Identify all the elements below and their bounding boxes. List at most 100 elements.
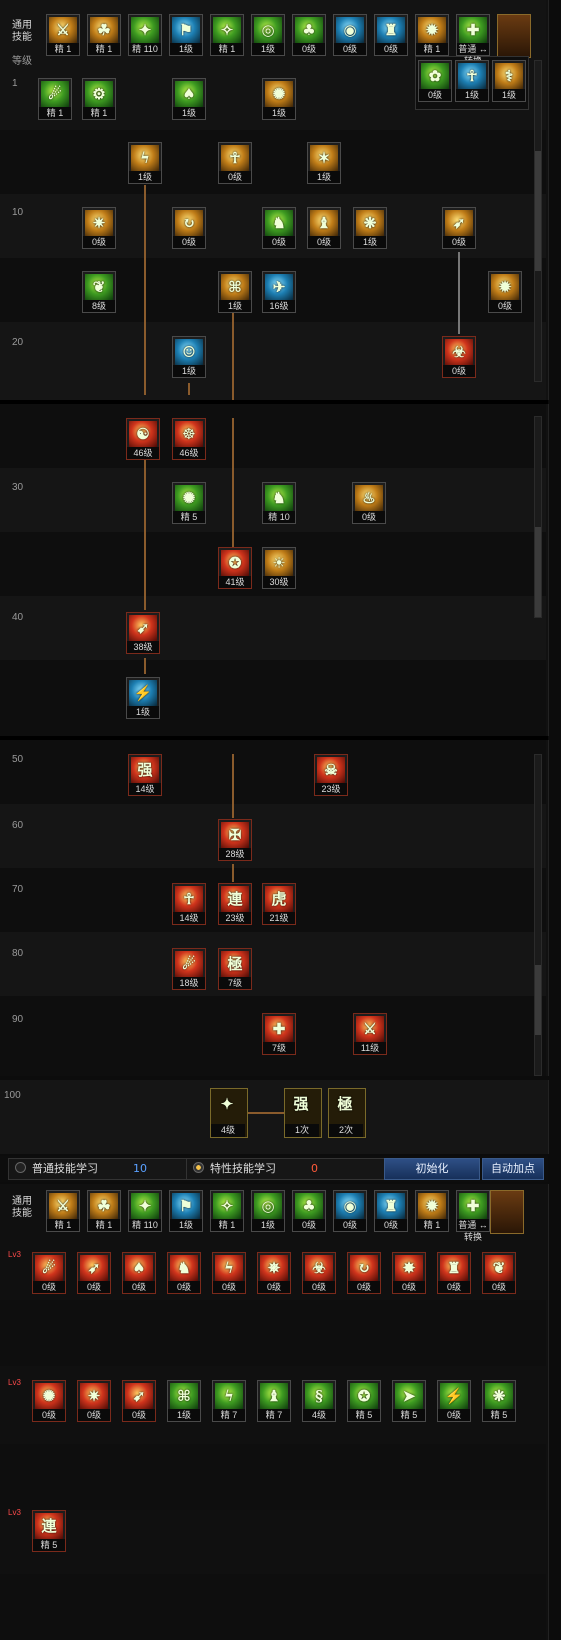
skill-icon-button[interactable]: ✦ 4级 <box>210 1088 248 1138</box>
skill-icon-button[interactable]: ✧ 精 1 <box>210 14 244 56</box>
skill-icon-button[interactable]: ☯ 46级 <box>126 418 160 460</box>
skill-icon-button[interactable]: ⚑ 1级 <box>169 14 203 56</box>
skill-icon-button[interactable]: ♝ 精 7 <box>257 1380 291 1422</box>
skill-icon-button[interactable]: ϟ 0级 <box>212 1252 246 1294</box>
skill-icon-button[interactable]: ✪ 41级 <box>218 547 252 589</box>
skill-icon-button[interactable]: ☄ 精 1 <box>38 78 72 120</box>
tab-normal-skills[interactable]: 普通技能学习 10 <box>8 1158 212 1180</box>
skill-icon-button[interactable]: ☄ 18级 <box>172 948 206 990</box>
skill-icon-button[interactable]: ⚔ 精 1 <box>46 1190 80 1232</box>
skill-icon-button[interactable]: 强 1次 <box>284 1088 322 1138</box>
skill-icon-button[interactable]: 虎 21级 <box>262 883 296 925</box>
skill-icon-button[interactable]: ✦ 精 110 <box>128 14 162 56</box>
skill-icon-button[interactable]: ♜ 0级 <box>374 14 408 56</box>
skill-icon-button[interactable]: ❦ 8级 <box>82 271 116 313</box>
skill-icon-button[interactable]: ✚ 普通 ↔转换 <box>456 14 490 66</box>
skill-icon-button[interactable]: ♞ 0级 <box>167 1252 201 1294</box>
skill-icon-button[interactable]: ✺ 1级 <box>262 78 296 120</box>
tab-special-skills[interactable]: 特性技能学习 0 <box>186 1158 390 1180</box>
skill-icon-button[interactable]: ⚑ 1级 <box>169 1190 203 1232</box>
skill-icon-button[interactable]: ↻ 0级 <box>172 207 206 249</box>
skill-icon-button[interactable]: ✠ 28级 <box>218 819 252 861</box>
skill-icon-button[interactable]: ⚙ 精 1 <box>82 78 116 120</box>
skill-icon-button[interactable]: ⌘ 1级 <box>218 271 252 313</box>
skill-icon-button[interactable]: ♞ 精 10 <box>262 482 296 524</box>
skill-icon-button[interactable]: ❦ 0级 <box>482 1252 516 1294</box>
reset-button[interactable]: 初始化 <box>384 1158 480 1180</box>
skill-icon-button[interactable]: 强 14级 <box>128 754 162 796</box>
skill-icon-button[interactable]: ◎ 1级 <box>251 14 285 56</box>
skill-icon-button[interactable]: ϟ 1级 <box>128 142 162 184</box>
skill-icon-button[interactable]: ☸ 46级 <box>172 418 206 460</box>
skill-icon-button[interactable]: ♣ 0级 <box>292 1190 326 1232</box>
skill-icon-button[interactable]: ◎ 1级 <box>251 1190 285 1232</box>
skill-icon-button[interactable]: ☀ 30级 <box>262 547 296 589</box>
skill-icon-button[interactable]: ✧ 精 1 <box>210 1190 244 1232</box>
skill-icon-button[interactable]: ✷ 0级 <box>77 1380 111 1422</box>
skill-icon-button[interactable]: ✿ 0级 <box>418 60 452 102</box>
skill-icon-button[interactable]: 連精 5 <box>32 1510 66 1552</box>
skill-icon-button[interactable]: 極 7级 <box>218 948 252 990</box>
skill-icon-button[interactable]: ⌘ 1级 <box>167 1380 201 1422</box>
skill-icon-button[interactable]: ♠ 1级 <box>172 78 206 120</box>
skill-icon-button[interactable]: ✸ 0级 <box>392 1252 426 1294</box>
scrollbar[interactable] <box>534 754 542 1076</box>
skill-icon-button[interactable]: ☠ 23级 <box>314 754 348 796</box>
skill-icon-button[interactable]: ☥ 0级 <box>218 142 252 184</box>
skill-icon-button[interactable]: ↻ 0级 <box>347 1252 381 1294</box>
skill-icon-button[interactable]: ✶ 1级 <box>307 142 341 184</box>
skill-icon-button[interactable]: ✹ 0级 <box>488 271 522 313</box>
skill-icon-button[interactable]: ♨ 0级 <box>352 482 386 524</box>
skill-icon-button[interactable]: ♜ 0级 <box>374 1190 408 1232</box>
skill-icon-button[interactable]: ✷ 0级 <box>82 207 116 249</box>
skill-icon-button[interactable]: ☘ 精 1 <box>87 1190 121 1232</box>
skill-icon-button[interactable]: ◉ 0级 <box>333 1190 367 1232</box>
skill-icon-button[interactable]: ✵ 0级 <box>257 1252 291 1294</box>
scrollbar[interactable] <box>534 416 542 618</box>
skill-icon-button[interactable]: ☣ 0级 <box>302 1252 336 1294</box>
skill-icon-button[interactable]: ♞ 0级 <box>262 207 296 249</box>
skill-icon-button[interactable]: § 4级 <box>302 1380 336 1422</box>
skill-icon-button[interactable]: ✈ 16级 <box>262 271 296 313</box>
skill-glyph-icon: § <box>315 1387 323 1405</box>
skill-icon-button[interactable]: 連 23级 <box>218 883 252 925</box>
skill-icon-button[interactable]: ➹ 0级 <box>122 1380 156 1422</box>
skill-icon-button[interactable]: ➹ 38级 <box>126 612 160 654</box>
skill-icon-button[interactable]: ♠ 0级 <box>122 1252 156 1294</box>
skill-icon-button[interactable]: ➶ 0级 <box>442 207 476 249</box>
skill-icon-button[interactable]: ☄ 0级 <box>32 1252 66 1294</box>
scrollbar[interactable] <box>534 60 542 382</box>
skill-icon-button[interactable]: ✹ 精 1 <box>415 1190 449 1232</box>
skill-icon-button[interactable]: ☥ 14级 <box>172 883 206 925</box>
skill-icon-button[interactable]: ♜ 0级 <box>437 1252 471 1294</box>
skill-icon-button[interactable]: ✦ 精 110 <box>128 1190 162 1232</box>
skill-icon-button[interactable]: ϟ 精 7 <box>212 1380 246 1422</box>
skill-icon-button[interactable]: ☣ 0级 <box>442 336 476 378</box>
skill-icon-button[interactable]: ☺ 1级 <box>172 336 206 378</box>
skill-icon-button[interactable]: ⚡ 0级 <box>437 1380 471 1422</box>
skill-icon-button[interactable]: ⚡ 1级 <box>126 677 160 719</box>
skill-icon-button[interactable]: ➤ 精 5 <box>392 1380 426 1422</box>
skill-icon-button[interactable]: ✺ 精 5 <box>172 482 206 524</box>
skill-icon-button[interactable]: ➶ 0级 <box>77 1252 111 1294</box>
skill-icon-button[interactable]: ✪ 精 5 <box>347 1380 381 1422</box>
auto-assign-button[interactable]: 自动加点 <box>482 1158 544 1180</box>
skill-icon-button[interactable]: ✚ 普通 ↔转换 <box>456 1190 490 1242</box>
skill-icon-button[interactable]: ✺ 0级 <box>32 1380 66 1422</box>
skill-icon-button[interactable]: ✹ 精 1 <box>415 14 449 56</box>
skill-icon-button[interactable]: ❋ 精 5 <box>482 1380 516 1422</box>
skill-icon-button[interactable]: ☘ 精 1 <box>87 14 121 56</box>
character-portrait-button[interactable] <box>497 14 531 58</box>
skill-icon-button[interactable]: ☥ 1级 <box>455 60 489 102</box>
skill-icon-button[interactable]: ⚕ 1级 <box>492 60 526 102</box>
skill-icon-button[interactable]: ◉ 0级 <box>333 14 367 56</box>
skill-icon-button[interactable]: 極 2次 <box>328 1088 366 1138</box>
character-portrait-button[interactable] <box>490 1190 524 1234</box>
skill-icon-button[interactable]: ❋ 1级 <box>353 207 387 249</box>
skill-icon-button[interactable]: ♣ 0级 <box>292 14 326 56</box>
skill-icon-button[interactable]: ♝ 0级 <box>307 207 341 249</box>
skill-icon-button[interactable]: ⚔ 11级 <box>353 1013 387 1055</box>
skill-glyph-icon: ◎ <box>261 1197 275 1215</box>
skill-icon-button[interactable]: ✚ 7级 <box>262 1013 296 1055</box>
skill-icon-button[interactable]: ⚔ 精 1 <box>46 14 80 56</box>
